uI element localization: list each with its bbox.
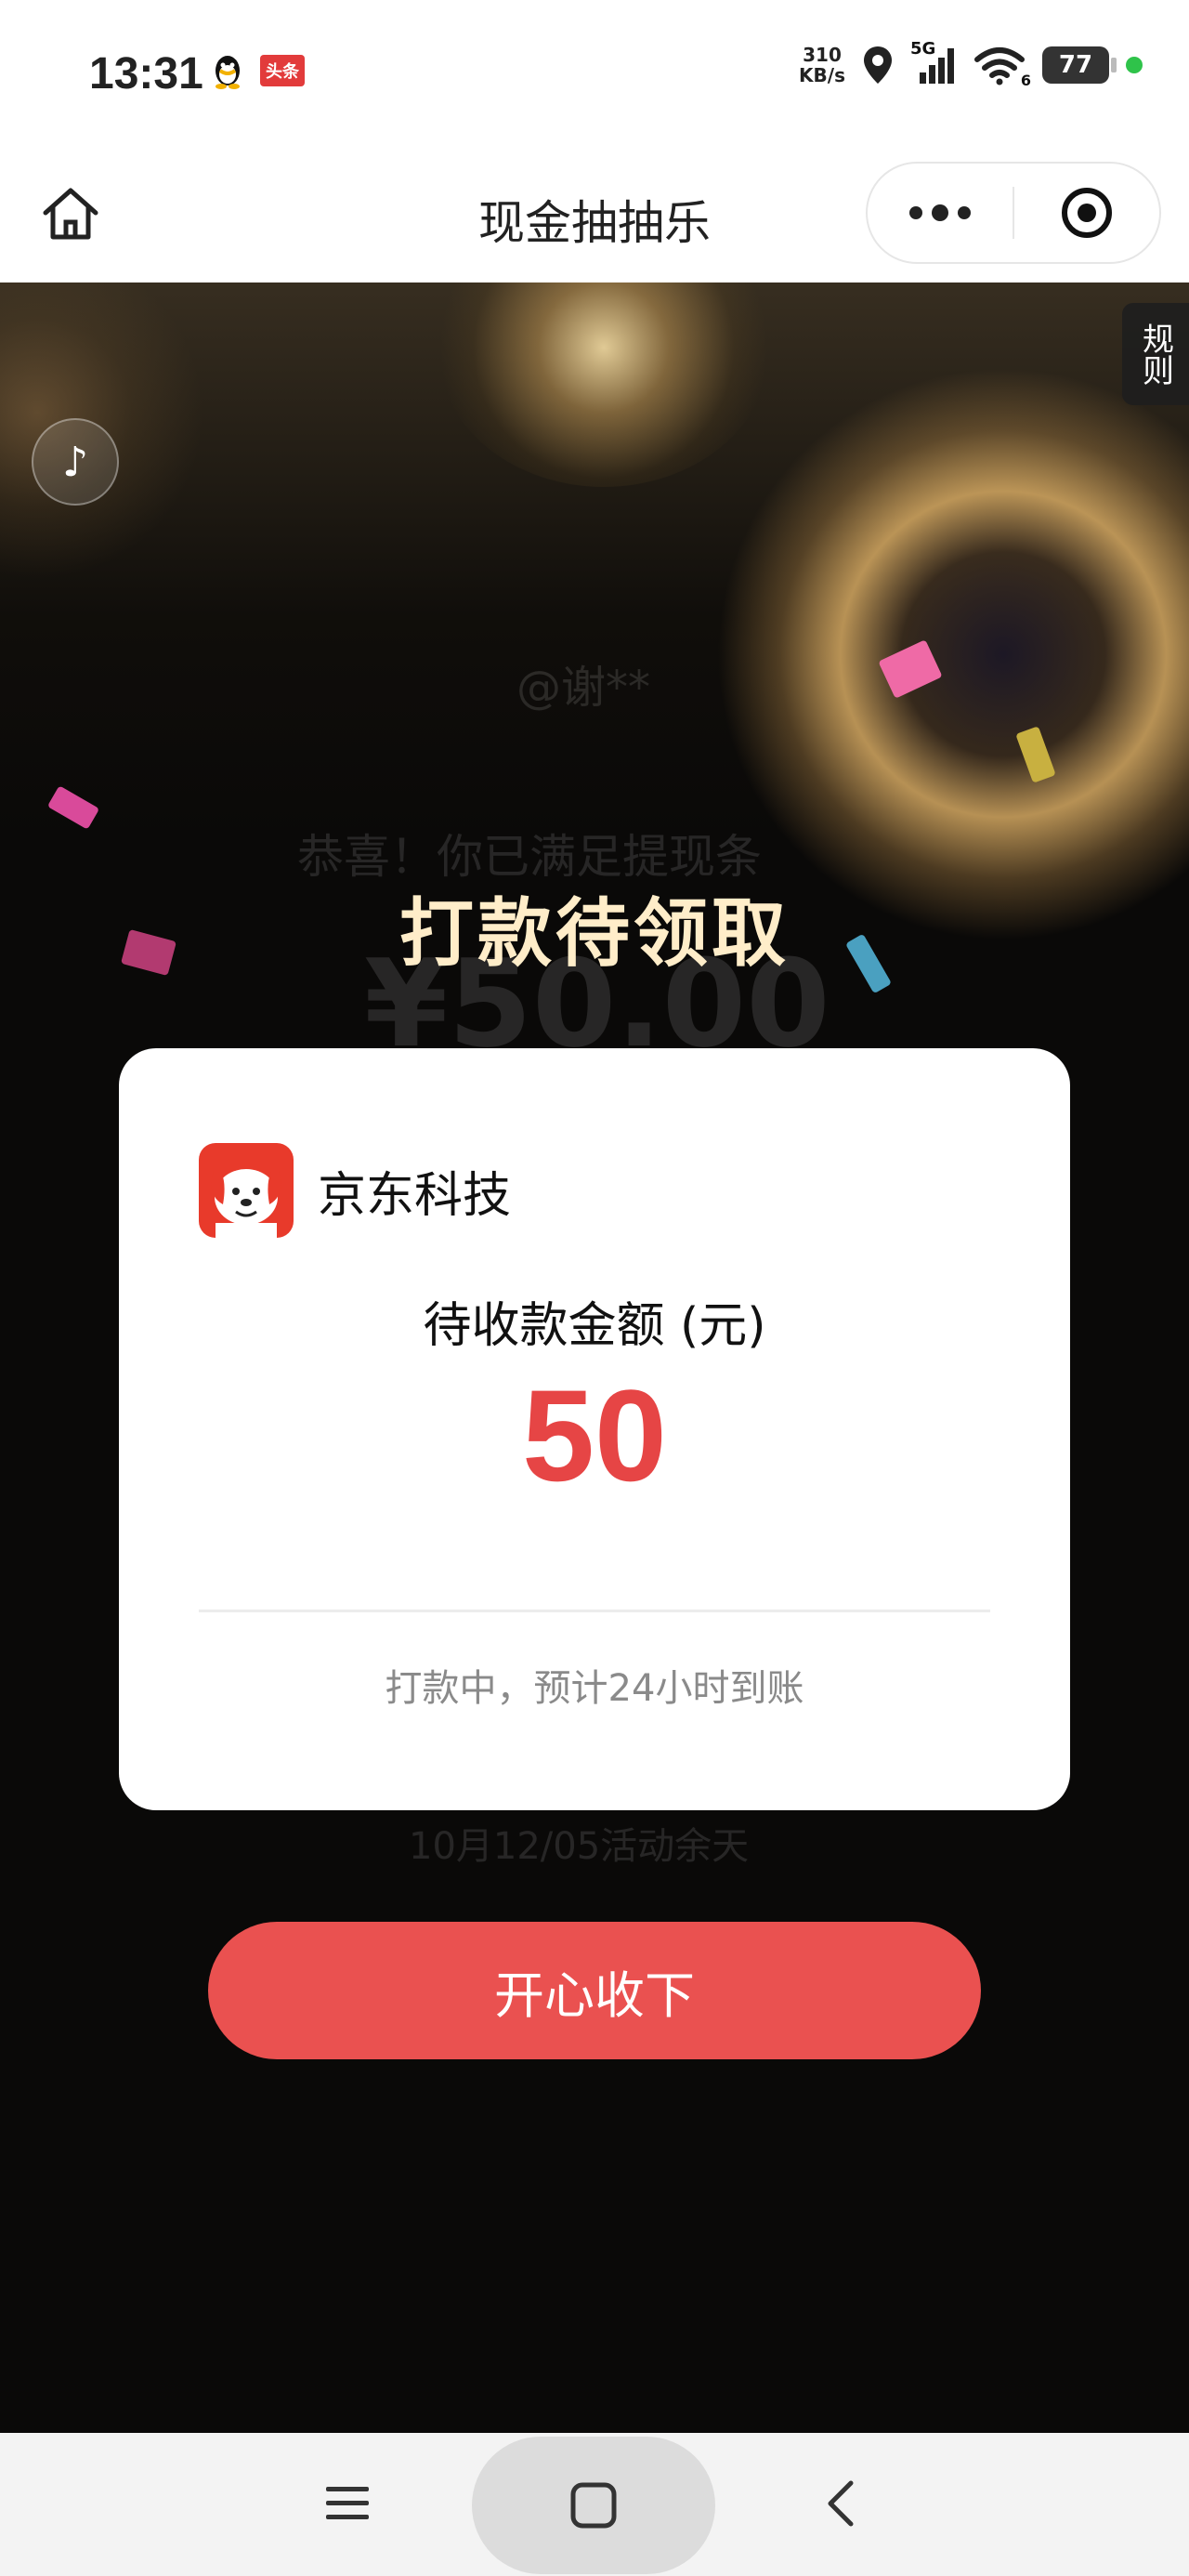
privacy-indicator-dot	[1126, 57, 1143, 73]
status-time: 13:31	[89, 49, 203, 99]
cellular-signal-icon: 5G	[910, 39, 957, 85]
system-home-button[interactable]	[472, 2437, 715, 2574]
amount-label: 待收款金额 (元)	[423, 1298, 766, 1354]
music-note-icon: ♪	[61, 438, 89, 486]
chevron-left-icon	[828, 2480, 854, 2527]
qq-penguin-icon	[212, 52, 243, 89]
back-button[interactable]	[804, 2457, 879, 2550]
more-options-button[interactable]	[868, 164, 1013, 262]
headline: 打款待领取	[399, 890, 790, 977]
close-target-icon	[1062, 188, 1112, 238]
toutiao-badge-icon: 头条	[260, 55, 305, 86]
menu-lines-icon	[326, 2487, 369, 2519]
mini-program-capsule	[866, 162, 1161, 264]
wifi-icon: 6	[973, 45, 1031, 89]
close-mini-program-button[interactable]	[1014, 185, 1159, 241]
jd-dog-logo-icon	[199, 1143, 294, 1238]
status-notification-icons: 头条	[212, 52, 305, 89]
faint-username: @谢**	[516, 662, 651, 714]
music-toggle-button[interactable]: ♪	[32, 418, 119, 506]
square-icon	[570, 2482, 617, 2529]
payout-card: 京东科技 待收款金额 (元) 50 打款中，预计24小时到账	[119, 1048, 1070, 1810]
accept-button[interactable]: 开心收下	[208, 1922, 981, 2059]
more-dots-icon	[909, 206, 922, 219]
net-speed: 310 KB/s	[799, 44, 845, 86]
status-bar: 13:31 头条 310 KB/s 5G 6 77	[0, 0, 1189, 149]
rules-button[interactable]: 规则	[1122, 303, 1189, 405]
title-bar: 现金抽抽乐	[0, 149, 1189, 283]
card-divider	[199, 1610, 990, 1612]
brand-name: 京东科技	[318, 1167, 512, 1224]
location-pin-icon	[864, 46, 892, 84]
system-nav-bar	[0, 2433, 1189, 2576]
faint-footer-text: 10月12/05活动余天	[409, 1825, 750, 1868]
recent-apps-button[interactable]	[310, 2457, 385, 2550]
brand-row: 京东科技	[199, 1143, 511, 1238]
amount-value: 50	[522, 1362, 667, 1508]
status-system-icons: 310 KB/s 5G 6 77	[799, 39, 1143, 89]
battery-icon: 77	[1042, 46, 1117, 84]
payout-note: 打款中，预计24小时到账	[385, 1667, 804, 1710]
